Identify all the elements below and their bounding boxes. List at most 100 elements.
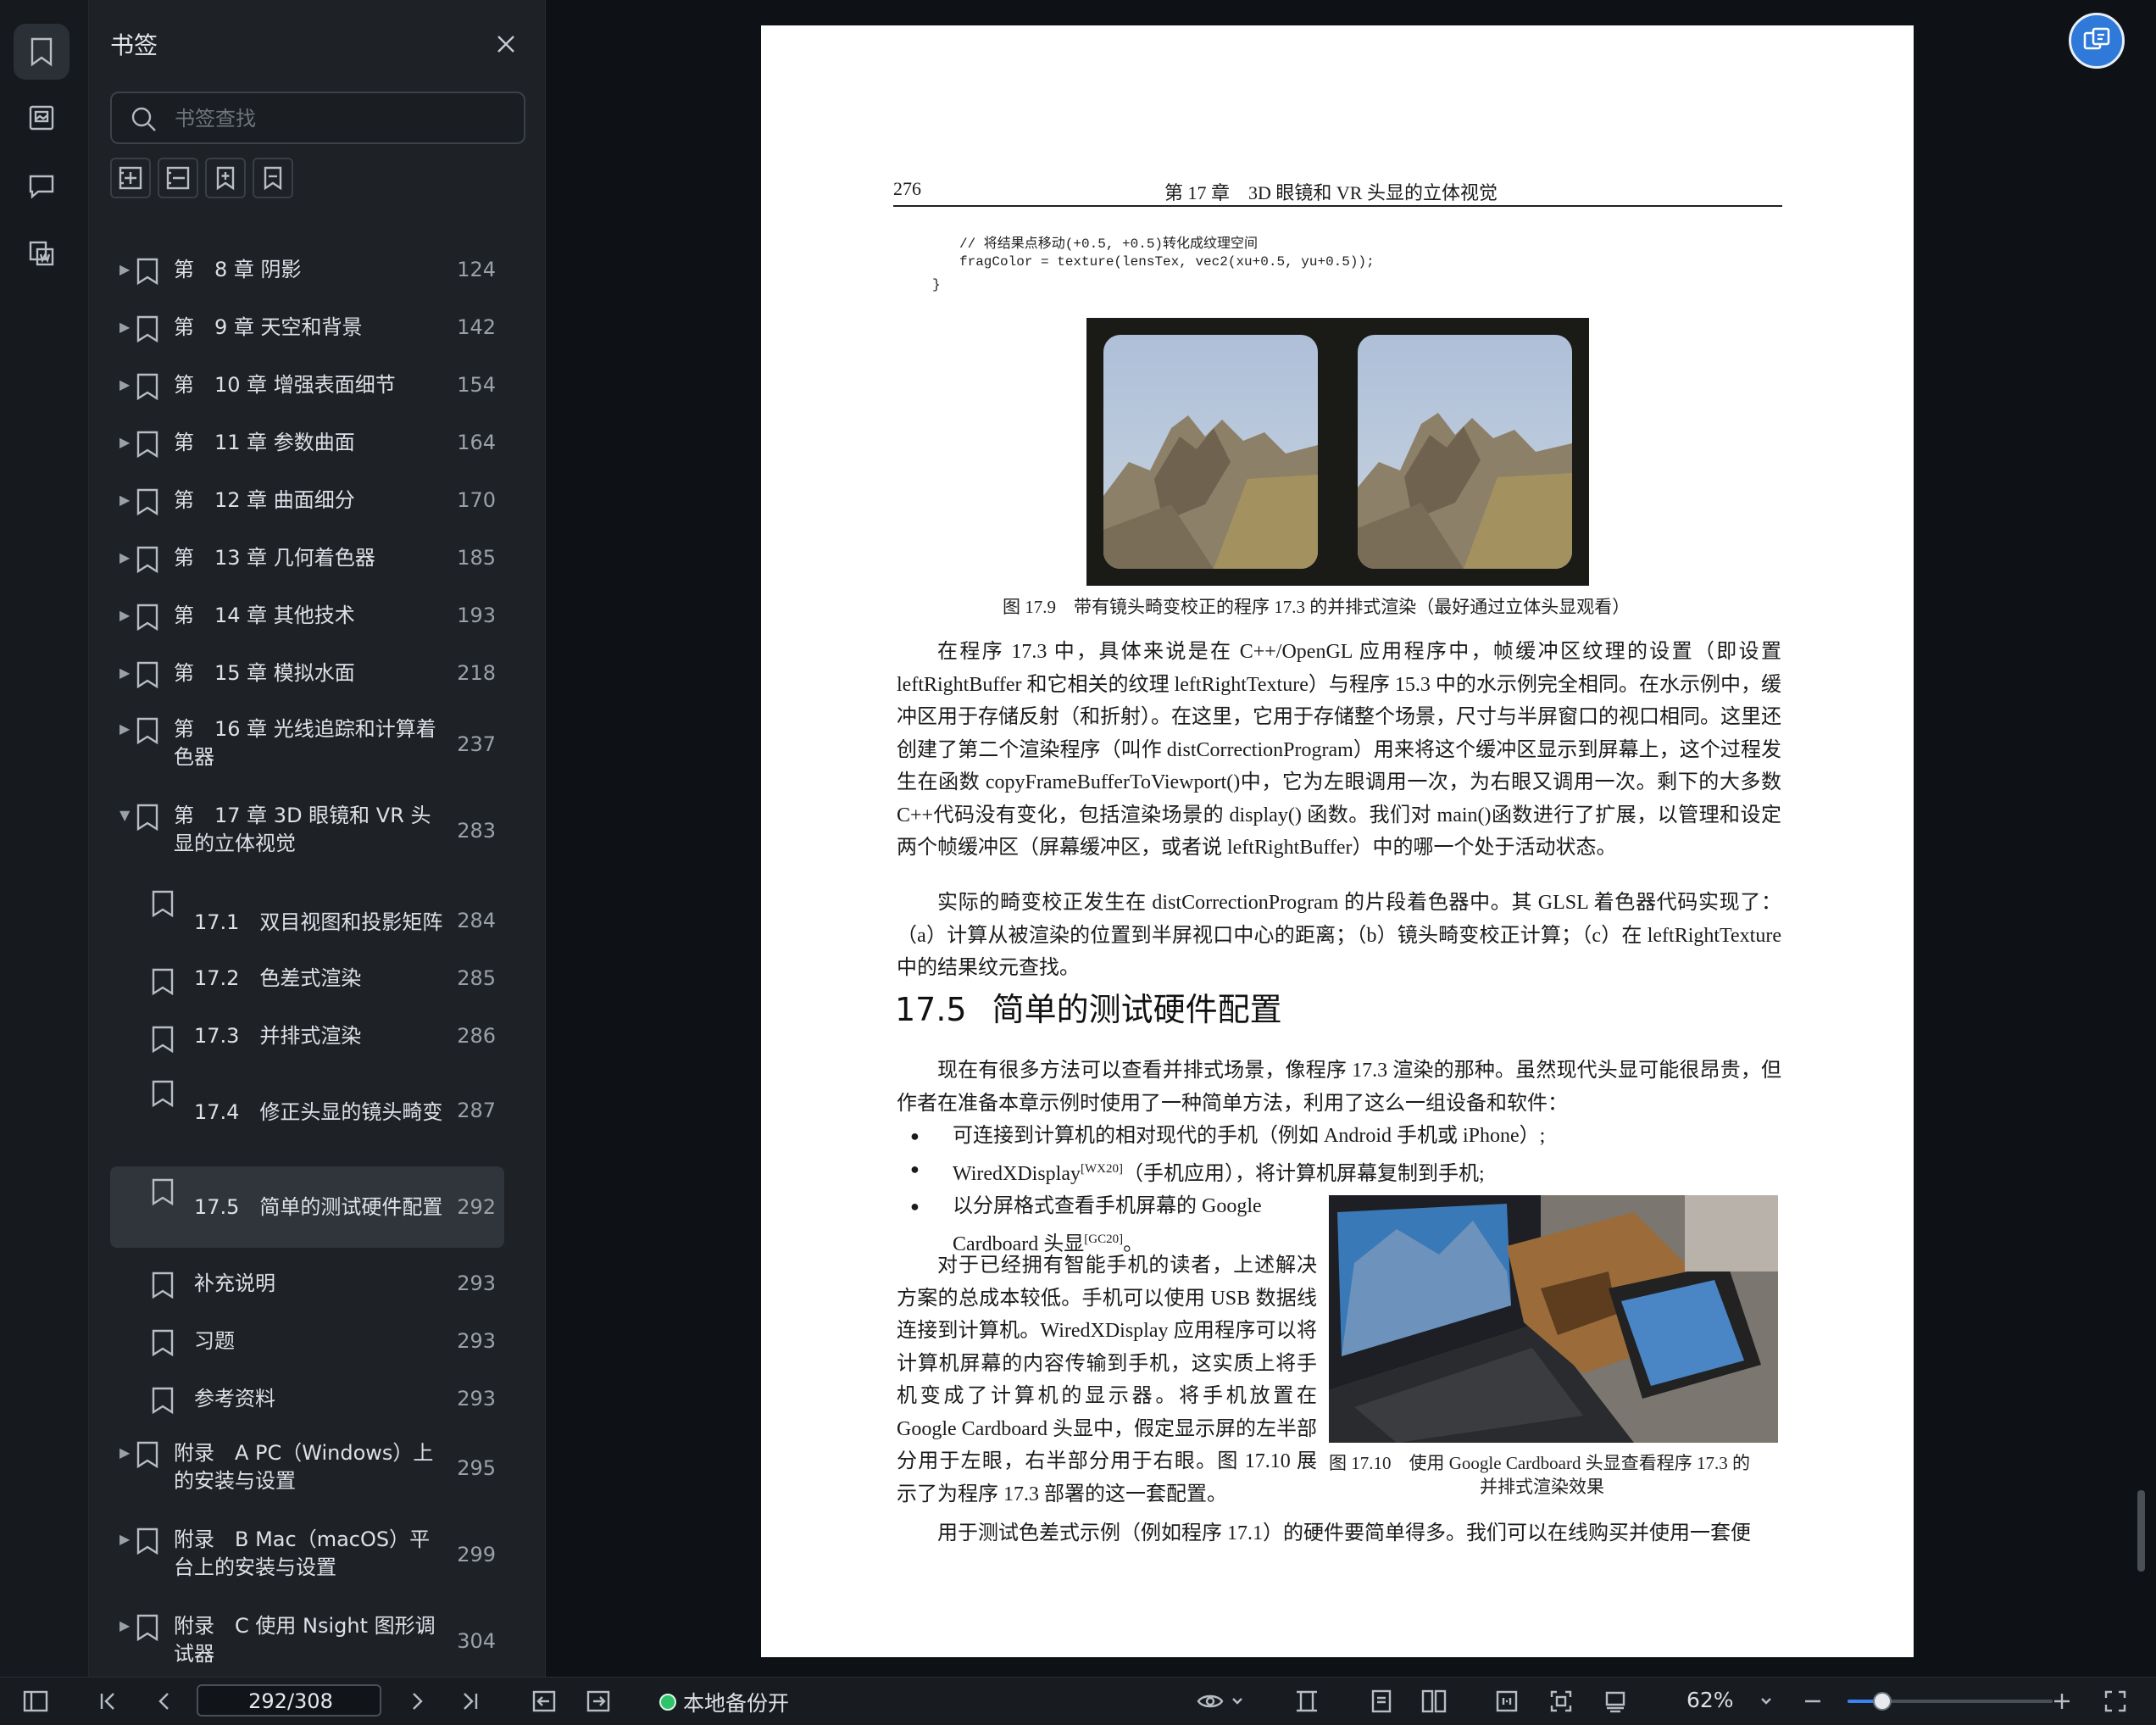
bookmark-item[interactable]: ▶ 第 15 章 模拟水面 218 [110, 653, 504, 695]
bookmark-icon [136, 661, 158, 688]
expand-all-icon[interactable] [110, 158, 151, 198]
zoom-level[interactable]: 62% [1686, 1688, 1734, 1712]
collapse-arrow-icon[interactable]: ▼ [119, 807, 130, 823]
local-backup-status[interactable]: 本地备份开 [659, 1687, 789, 1717]
bookmark-panel: 书签 ▶ 第 8 章 阴影 124 ▶ 第 9 章 天空和背景 [89, 0, 622, 1677]
expand-arrow-icon[interactable]: ▶ [119, 376, 130, 392]
expand-arrow-icon[interactable]: ▶ [119, 607, 130, 623]
right-eye-image [1358, 335, 1572, 569]
convert-tool-button[interactable] [2069, 13, 2125, 69]
collapse-all-icon[interactable] [158, 158, 198, 198]
expand-arrow-icon[interactable]: ▶ [119, 1531, 130, 1547]
bookmark-item[interactable]: ▶ 附录 C 使用 Nsight 图形调试器 304 [110, 1609, 504, 1673]
actual-size-icon[interactable] [1544, 1686, 1578, 1717]
bookmark-label: 附录 C 使用 Nsight 图形调试器 [174, 1614, 436, 1666]
bookmark-item[interactable]: ▶ 附录 B Mac（macOS）平台上的安装与设置 299 [110, 1522, 504, 1587]
chevron-down-icon[interactable] [1229, 1686, 1246, 1717]
bookmark-item[interactable]: 17.4 修正头显的镜头畸变 287 [110, 1073, 504, 1138]
zoom-in-icon[interactable] [2048, 1686, 2076, 1717]
bookmark-item[interactable]: ▼ 第 17 章 3D 眼镜和 VR 头显的立体视觉 283 [110, 799, 504, 863]
code-line: // 将结果点移动(+0.5, +0.5)转化成纹理空间 [959, 236, 1259, 252]
first-page-icon[interactable] [93, 1686, 124, 1717]
bookmark-page: 293 [457, 1271, 496, 1295]
bookmark-search-input[interactable] [173, 103, 515, 134]
bookmark-item[interactable]: ▶ 第 10 章 增强表面细节 154 [110, 364, 504, 407]
bookmark-item[interactable]: ▶ 第 14 章 其他技术 193 [110, 595, 504, 637]
forward-icon[interactable] [583, 1686, 614, 1717]
zoom-slider[interactable] [1848, 1692, 2053, 1711]
expand-arrow-icon[interactable]: ▶ [119, 1617, 130, 1633]
bookmark-item[interactable]: ▶ 第 13 章 几何着色器 185 [110, 537, 504, 580]
toggle-sidebar-icon[interactable] [20, 1686, 51, 1717]
bookmark-page: 164 [457, 431, 496, 454]
expand-arrow-icon[interactable]: ▶ [119, 665, 130, 681]
bookmark-item[interactable]: 参考资料 293 [110, 1378, 504, 1421]
bookmark-label: 17.1 双目视图和投影矩阵 [194, 910, 443, 934]
bookmark-page: 237 [457, 732, 496, 756]
bookmark-icon[interactable] [14, 24, 69, 80]
close-icon[interactable] [489, 27, 523, 61]
bookmark-item[interactable]: ▶ 第 12 章 曲面细分 170 [110, 480, 504, 522]
fit-width-icon[interactable] [1490, 1686, 1524, 1717]
bottom-toolbar: 本地备份开 62% [0, 1677, 2156, 1725]
pdf-convert-icon[interactable] [14, 225, 69, 281]
paragraph: 用于测试色差式示例（例如程序 17.1）的硬件要简单得多。我们可以在线购买并使用… [937, 1522, 1751, 1544]
figure-side-by-side-render [1086, 318, 1589, 586]
expand-arrow-icon[interactable]: ▶ [119, 261, 130, 277]
bookmark-item[interactable]: 17.3 并排式渲染 286 [110, 1016, 504, 1058]
bookmark-item[interactable]: ▶ 第 9 章 天空和背景 142 [110, 307, 504, 349]
bookmark-item[interactable]: 17.1 双目视图和投影矩阵 284 [110, 882, 504, 946]
bookmark-search [110, 92, 525, 144]
expand-arrow-icon[interactable]: ▶ [119, 1444, 130, 1461]
code-line: } [932, 277, 941, 292]
two-page-icon[interactable] [1417, 1686, 1451, 1717]
bookmark-label: 17.4 修正头显的镜头畸变 [194, 1100, 443, 1124]
document-page: 276 第 17 章 3D 眼镜和 VR 头显的立体视觉 // 将结果点移动(+… [761, 25, 1914, 1657]
bookmark-item[interactable]: ▶ 第 8 章 阴影 124 [110, 249, 504, 292]
bookmark-item[interactable]: ▶ 第 11 章 参数曲面 164 [110, 422, 504, 465]
section-number: 17.5 [895, 991, 967, 1028]
panel-title: 书签 [110, 31, 158, 59]
expand-arrow-icon[interactable]: ▶ [119, 434, 130, 450]
thumbnail-icon[interactable] [14, 90, 69, 146]
fullscreen-icon[interactable] [2100, 1686, 2131, 1717]
page-number-input[interactable] [198, 1686, 383, 1717]
bookmark-icon [136, 804, 158, 831]
zoom-slider-handle[interactable] [1873, 1692, 1892, 1711]
citation: [GC20] [1084, 1232, 1124, 1246]
single-page-icon[interactable] [1364, 1686, 1398, 1717]
bookmark-item[interactable]: 习题 293 [110, 1321, 504, 1363]
bookmark-item[interactable]: ▶ 第 16 章 光线追踪和计算着色器 237 [110, 712, 504, 776]
bookmark-label: 第 16 章 光线追踪和计算着色器 [174, 717, 436, 769]
bookmark-item[interactable]: 17.2 色差式渲染 285 [110, 958, 504, 1000]
bullet-text: （手机应用），将计算机屏幕复制到手机; [1122, 1162, 1485, 1185]
prev-page-icon[interactable] [149, 1686, 180, 1717]
expand-arrow-icon[interactable]: ▶ [119, 549, 130, 565]
back-icon[interactable] [529, 1686, 559, 1717]
zoom-out-icon[interactable] [1800, 1686, 1825, 1717]
bookmark-item[interactable]: ▶ 附录 A PC（Windows）上的安装与设置 295 [110, 1436, 504, 1500]
bookmark-item-selected[interactable]: 17.5 简单的测试硬件配置 292 [110, 1166, 504, 1248]
bookmark-label: 附录 B Mac（macOS）平台上的安装与设置 [174, 1527, 431, 1579]
bookmark-page: 286 [457, 1024, 496, 1048]
expand-arrow-icon[interactable]: ▶ [119, 721, 130, 737]
document-scrollbar[interactable] [2137, 1490, 2145, 1572]
bookmark-icon [136, 431, 158, 458]
fit-height-icon[interactable] [1290, 1686, 1324, 1717]
next-page-icon[interactable] [402, 1686, 432, 1717]
figure-caption: 图 17.10 使用 Google Cardboard 头显查看程序 17.3 … [1329, 1453, 1750, 1473]
comment-icon[interactable] [14, 158, 69, 214]
backup-status-dot [659, 1694, 676, 1711]
bookmark-icon [152, 1026, 174, 1053]
bookmark-item[interactable]: 补充说明 293 [110, 1263, 504, 1305]
expand-arrow-icon[interactable]: ▶ [119, 319, 130, 335]
add-bookmark-icon[interactable] [205, 158, 246, 198]
rotate-icon[interactable] [1598, 1686, 1632, 1717]
last-page-icon[interactable] [454, 1686, 485, 1717]
bookmark-label: 第 14 章 其他技术 [174, 604, 355, 627]
chevron-down-icon[interactable] [1758, 1686, 1775, 1717]
eye-icon[interactable] [1193, 1686, 1227, 1717]
expand-arrow-icon[interactable]: ▶ [119, 492, 130, 508]
bookmark-outline-icon[interactable] [253, 158, 293, 198]
bookmark-page: 285 [457, 966, 496, 990]
